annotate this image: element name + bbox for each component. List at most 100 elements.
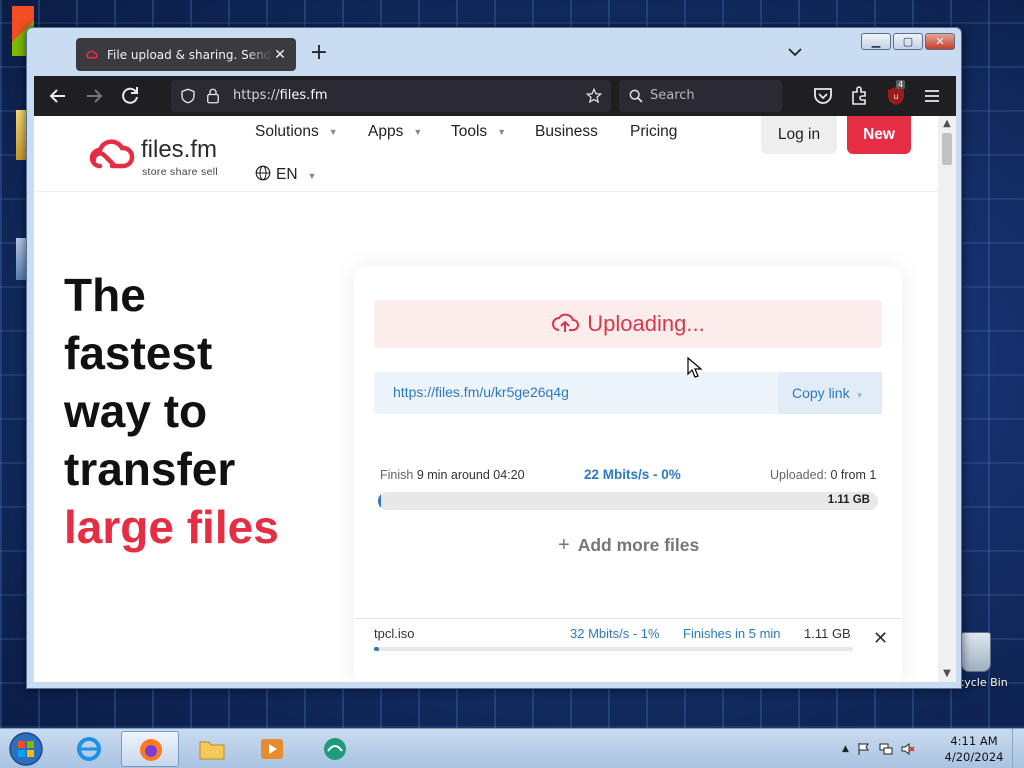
page-scrollbar[interactable]: ▲ ▼ (938, 116, 956, 682)
folder-icon (199, 741, 225, 760)
taskbar-ie[interactable] (60, 731, 118, 767)
login-button[interactable]: Log in (761, 116, 837, 154)
nav-business[interactable]: Business (535, 123, 598, 141)
shield-icon[interactable] (179, 87, 197, 105)
chevron-down-icon: ▼ (855, 391, 864, 400)
upload-status-text: Uploading... (587, 311, 705, 336)
maximize-button[interactable]: ▢ (893, 33, 923, 50)
media-player-icon (261, 739, 283, 759)
upload-card: Uploading... https://files.fm/u/kr5ge26q… (354, 266, 902, 682)
show-hidden-icons-icon[interactable]: ▲ (842, 744, 849, 754)
window-controls: ▁ ▢ ✕ (861, 33, 955, 50)
search-input[interactable]: Search (619, 80, 782, 112)
system-tray: ▲ (842, 738, 915, 760)
close-window-button[interactable]: ✕ (925, 33, 955, 50)
list-tabs-chevron-icon[interactable] (785, 42, 805, 62)
address-bar[interactable]: https://files.fm (171, 80, 611, 112)
plus-icon: + (558, 534, 570, 556)
file-progress-bar (374, 647, 853, 651)
bookmark-star-icon[interactable] (585, 87, 603, 105)
reload-icon[interactable] (118, 84, 142, 108)
total-size: 1.11 GB (827, 494, 870, 506)
taskbar-explorer[interactable] (183, 731, 241, 767)
mouse-cursor-icon (687, 357, 703, 378)
back-arrow-icon[interactable] (46, 84, 70, 108)
taskbar: ▲ 4:11 AM 4/20/2024 (0, 728, 1024, 768)
new-tab-button[interactable]: + (307, 42, 331, 66)
chevron-down-icon: ▼ (413, 126, 423, 137)
chevron-down-icon: ▼ (497, 126, 507, 137)
taskbar-media-player[interactable] (243, 731, 301, 767)
chevron-down-icon: ▼ (307, 171, 317, 181)
tab-title: File upload & sharing. Send large files (107, 47, 272, 62)
file-eta: Finishes in 5 min (683, 626, 781, 641)
extension-badge: 4 (896, 80, 906, 89)
internet-explorer-icon (77, 737, 101, 761)
file-progress-fill (374, 647, 379, 651)
language-selector[interactable]: EN ▼ (254, 164, 316, 184)
upload-speed: 22 Mbits/s - 0% (584, 467, 681, 482)
ublock-extension-button[interactable]: u 4 (884, 80, 908, 108)
file-size: 1.11 GB (804, 626, 851, 641)
network-icon[interactable] (879, 742, 893, 756)
taskbar-app[interactable] (306, 731, 364, 767)
globe-icon (255, 165, 271, 181)
chevron-down-icon: ▼ (328, 126, 338, 137)
file-name: tpcl.iso (374, 626, 415, 641)
cloud-upload-icon (552, 313, 580, 333)
scroll-down-icon[interactable]: ▼ (941, 668, 953, 680)
file-list-item: tpcl.iso 32 Mbits/s - 1% Finishes in 5 m… (354, 618, 902, 666)
search-placeholder: Search (650, 88, 695, 103)
app-icon (324, 738, 346, 760)
files-fm-logo[interactable]: files.fm store share sell (86, 136, 236, 178)
nav-tools[interactable]: Tools ▼ (451, 123, 506, 141)
brand-tagline: store share sell (142, 166, 218, 178)
pocket-icon[interactable] (811, 84, 835, 108)
share-link[interactable]: https://files.fm/u/kr5ge26q4g (393, 384, 569, 400)
new-button[interactable]: New (847, 116, 911, 154)
page-content: files.fm store share sell Solutions ▼ App… (34, 116, 956, 682)
nav-apps[interactable]: Apps ▼ (368, 123, 422, 141)
nav-solutions[interactable]: Solutions ▼ (255, 123, 338, 141)
browser-tab[interactable]: File upload & sharing. Send large files … (76, 38, 296, 71)
total-progress-bar: 1.11 GB (378, 492, 878, 510)
cancel-file-close-icon[interactable]: ✕ (873, 628, 888, 648)
browser-toolbar: https://files.fm Search u 4 (34, 76, 956, 116)
site-header: files.fm store share sell Solutions ▼ App… (34, 116, 938, 192)
start-button[interactable] (6, 731, 46, 767)
recycle-bin-icon (961, 632, 991, 672)
volume-muted-icon[interactable] (901, 742, 915, 756)
browser-titlebar: File upload & sharing. Send large files … (27, 28, 961, 76)
brand-name: files.fm (141, 136, 218, 163)
add-more-files-button[interactable]: + Add more files (558, 534, 699, 557)
tab-close-icon[interactable]: ✕ (272, 47, 288, 63)
minimize-button[interactable]: ▁ (861, 33, 891, 50)
svg-text:u: u (893, 92, 898, 101)
show-desktop-button[interactable] (1012, 729, 1024, 768)
extensions-puzzle-icon[interactable] (847, 84, 871, 108)
forward-arrow-icon[interactable] (82, 84, 106, 108)
browser-window: File upload & sharing. Send large files … (26, 27, 962, 689)
taskbar-clock[interactable]: 4:11 AM 4/20/2024 (940, 733, 1008, 765)
upload-status-banner: Uploading... (374, 300, 882, 348)
finish-estimate: Finish 9 min around 04:20 (380, 468, 525, 482)
action-center-flag-icon[interactable] (857, 742, 871, 756)
scroll-up-icon[interactable]: ▲ (941, 118, 953, 130)
url-text: https://files.fm (233, 88, 328, 103)
hero-heading: The fastest way to transfer large files (64, 269, 279, 553)
uploaded-count: Uploaded: 0 from 1 (770, 468, 877, 482)
lock-icon[interactable] (204, 87, 222, 105)
nav-pricing[interactable]: Pricing (630, 123, 677, 141)
share-link-row: https://files.fm/u/kr5ge26q4g Copy link ▼ (374, 372, 882, 414)
hamburger-menu-icon[interactable] (920, 84, 944, 108)
scrollbar-thumb[interactable] (942, 133, 952, 165)
files-fm-favicon-icon (86, 49, 98, 58)
clock-date: 4/20/2024 (944, 750, 1004, 764)
total-progress-fill (378, 492, 381, 510)
taskbar-firefox[interactable] (121, 731, 179, 767)
copy-link-button[interactable]: Copy link ▼ (778, 372, 882, 414)
clock-time: 4:11 AM (950, 734, 998, 748)
firefox-icon (140, 739, 162, 761)
search-icon (629, 89, 643, 103)
file-speed: 32 Mbits/s - 1% (570, 626, 660, 641)
